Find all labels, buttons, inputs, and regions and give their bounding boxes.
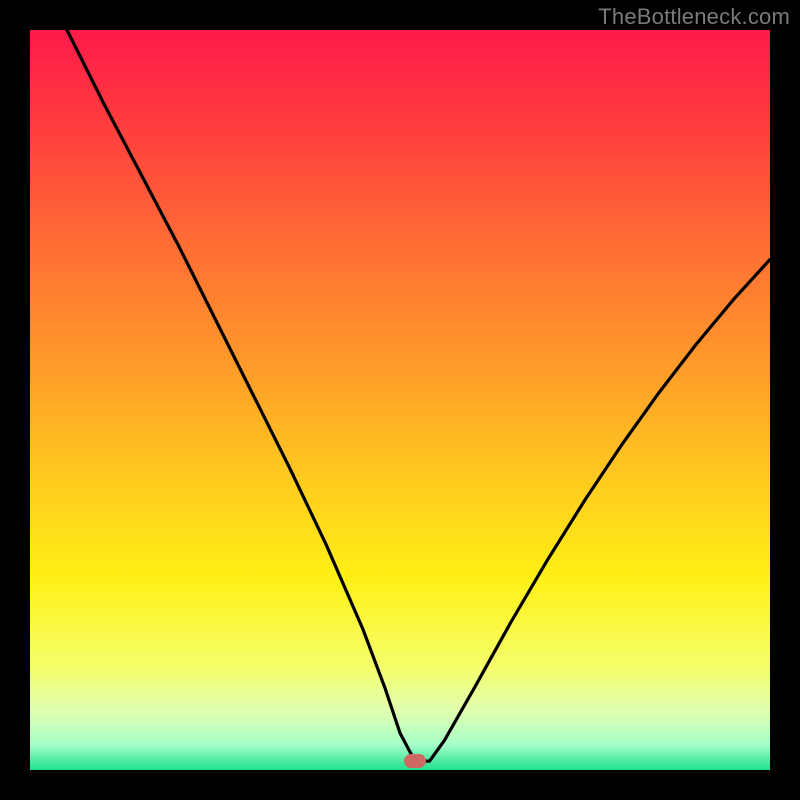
optimal-marker — [404, 754, 426, 768]
watermark-text: TheBottleneck.com — [598, 4, 790, 30]
chart-svg — [30, 30, 770, 770]
gradient-background — [30, 30, 770, 770]
plot-area — [30, 30, 770, 770]
chart-frame: TheBottleneck.com — [0, 0, 800, 800]
